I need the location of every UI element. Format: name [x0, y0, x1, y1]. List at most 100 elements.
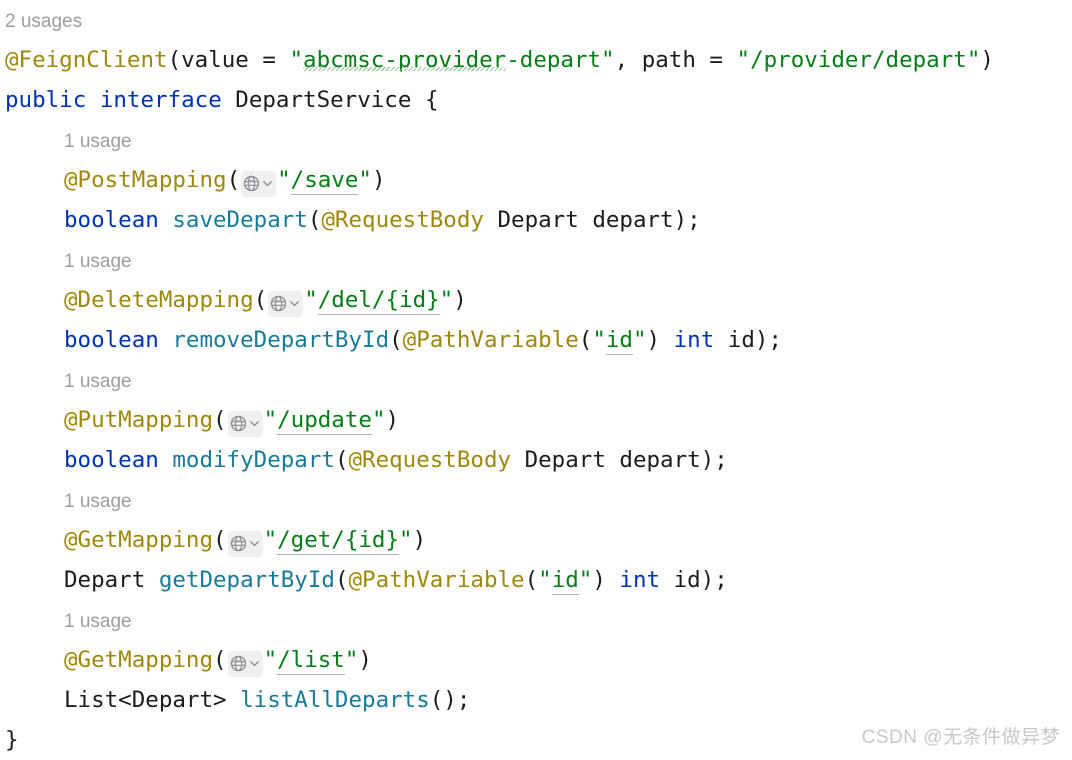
- annotation-delete-mapping[interactable]: @DeleteMapping: [64, 287, 254, 313]
- code-line-signature-3: Depart getDepartById(@PathVariable("id")…: [0, 560, 1072, 600]
- paren-close: ): [646, 327, 661, 353]
- endpoint-inlay-badge-0[interactable]: [241, 170, 277, 197]
- signature-tail-2: );: [700, 447, 728, 473]
- csdn-watermark: CSDN @无条件做异梦: [861, 727, 1060, 748]
- mapping-path-text-0[interactable]: /save: [290, 167, 359, 195]
- paren-open: (: [167, 47, 182, 73]
- paren-close: ): [980, 47, 994, 73]
- paren-close: ): [358, 647, 372, 673]
- method-name-1[interactable]: removeDepartById: [172, 327, 389, 353]
- endpoint-inlay-badge-1[interactable]: [268, 290, 304, 317]
- usage-hint-class[interactable]: 2 usages: [0, 0, 1072, 40]
- annotation-path-variable-3[interactable]: @PathVariable: [348, 567, 524, 593]
- annotation-path-variable-1[interactable]: @PathVariable: [403, 327, 579, 353]
- param-type-0: Depart: [497, 207, 579, 233]
- service-name-wavy-underline: abcmsc-provider: [303, 47, 507, 73]
- equals-sign-path: =: [695, 47, 737, 73]
- usage-hint-method-3[interactable]: 1 usage: [0, 480, 1072, 520]
- annotation-get-mapping[interactable]: @GetMapping: [64, 647, 213, 673]
- paren-open: (: [389, 327, 403, 353]
- brace-close: }: [5, 727, 19, 753]
- return-type-3: Depart: [64, 567, 146, 593]
- paren-close: ): [412, 527, 427, 553]
- paren-close: ): [385, 407, 400, 433]
- endpoint-inlay-badge-2[interactable]: [227, 410, 263, 437]
- paren-open: (: [334, 447, 349, 473]
- path-variable-name-1: id: [605, 327, 633, 355]
- paren-open: (: [253, 287, 268, 313]
- paren-close: ): [592, 567, 606, 593]
- code-editor[interactable]: 2 usages @FeignClient(value = "abcmsc-pr…: [0, 0, 1072, 759]
- comma-separator: ,: [614, 47, 642, 73]
- code-line-annotation-3: @GetMapping("/get/{id}"): [0, 520, 1072, 560]
- signature-tail-4: ();: [429, 687, 471, 713]
- globe-icon: [230, 535, 247, 552]
- method-name-3[interactable]: getDepartById: [159, 567, 335, 593]
- param-name-2: depart: [619, 447, 701, 473]
- chevron-down-icon: [261, 177, 274, 190]
- code-line-signature-1: boolean removeDepartById(@PathVariable("…: [0, 320, 1072, 360]
- mapping-path-text-1[interactable]: /del/{id}: [317, 287, 440, 315]
- usage-hint-method-1[interactable]: 1 usage: [0, 240, 1072, 280]
- code-line-signature-4: List<Depart> listAllDeparts();: [0, 680, 1072, 720]
- code-line-annotation-4: @GetMapping( "/list"): [0, 640, 1072, 680]
- service-name-literal: "abcmsc-provider-depart": [289, 47, 615, 73]
- signature-tail-0: );: [673, 207, 701, 233]
- method-name-4[interactable]: listAllDeparts: [240, 687, 430, 713]
- globe-icon: [270, 295, 287, 312]
- path-variable-literal-3: "id": [538, 567, 593, 595]
- attribute-value-key: value: [181, 47, 249, 73]
- usage-hint-method-2[interactable]: 1 usage: [0, 360, 1072, 400]
- interface-name: DepartService: [235, 87, 412, 113]
- param-type-1: int: [673, 327, 715, 353]
- annotation-get-mapping[interactable]: @GetMapping: [64, 527, 213, 553]
- method-name-2[interactable]: modifyDepart: [172, 447, 335, 473]
- usage-hint-method-0[interactable]: 1 usage: [0, 120, 1072, 160]
- mapping-path-literal-2: "/update": [263, 407, 386, 435]
- paren-open: (: [524, 567, 539, 593]
- endpoint-inlay-badge-3[interactable]: [227, 530, 263, 557]
- usage-hint-method-4[interactable]: 1 usage: [0, 600, 1072, 640]
- return-type-2: boolean: [64, 447, 159, 473]
- globe-icon: [230, 655, 247, 672]
- globe-icon: [243, 175, 260, 192]
- mapping-path-literal-4: "/list": [263, 647, 359, 675]
- path-variable-name-3: id: [551, 567, 579, 595]
- param-name-3: id: [673, 567, 701, 593]
- method-name-0[interactable]: saveDepart: [172, 207, 307, 233]
- keyword-public: public: [5, 87, 87, 113]
- keyword-interface: interface: [99, 87, 222, 113]
- mapping-path-literal-3: "/get/{id}": [263, 527, 413, 555]
- annotation-post-mapping[interactable]: @PostMapping: [64, 167, 227, 193]
- code-line-signature-0: boolean saveDepart(@RequestBody Depart d…: [0, 200, 1072, 240]
- mapping-path-literal-0: "/save": [277, 167, 372, 195]
- code-line-annotation-2: @PutMapping( "/update"): [0, 400, 1072, 440]
- paren-open: (: [213, 647, 227, 673]
- annotation-request-body-2[interactable]: @RequestBody: [348, 447, 511, 473]
- mapping-path-text-3[interactable]: /get/{id}: [277, 527, 400, 555]
- paren-open: (: [226, 167, 241, 193]
- endpoint-inlay-badge-4[interactable]: [227, 650, 263, 677]
- param-name-1: id: [727, 327, 755, 353]
- signature-tail-3: );: [700, 567, 728, 593]
- chevron-down-icon: [248, 537, 261, 550]
- annotation-request-body-0[interactable]: @RequestBody: [321, 207, 484, 233]
- paren-close: ): [371, 167, 386, 193]
- annotation-put-mapping[interactable]: @PutMapping: [64, 407, 213, 433]
- chevron-down-icon: [248, 657, 261, 670]
- paren-open: (: [213, 407, 227, 433]
- path-variable-literal-1: "id": [592, 327, 647, 355]
- mapping-path-literal-1: "/del/{id}": [304, 287, 454, 315]
- mapping-path-text-2[interactable]: /update: [277, 407, 372, 435]
- brace-open: {: [424, 87, 439, 113]
- return-type-4: List<Depart>: [64, 687, 227, 713]
- chevron-down-icon: [248, 417, 261, 430]
- annotation-feign-client[interactable]: @FeignClient: [5, 47, 168, 73]
- paren-close: ): [453, 287, 467, 313]
- return-type-1: boolean: [64, 327, 159, 353]
- return-type-0: boolean: [64, 207, 159, 233]
- param-name-0: depart: [592, 207, 674, 233]
- mapping-path-text-4[interactable]: /list: [277, 647, 345, 675]
- base-path-literal: "/provider/depart": [736, 47, 981, 73]
- attribute-path-key: path: [641, 47, 696, 73]
